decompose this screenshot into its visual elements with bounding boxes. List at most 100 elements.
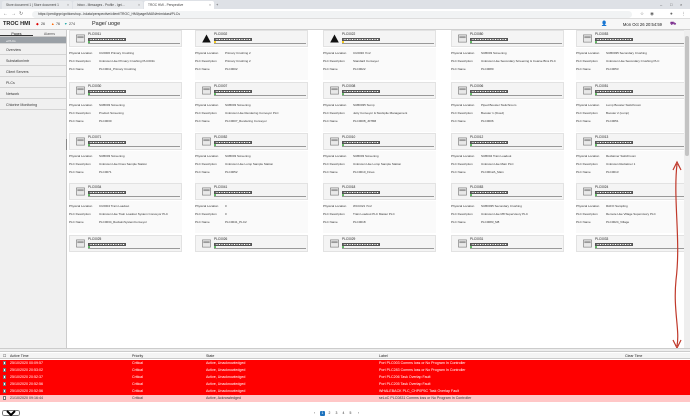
- browser-tab-active[interactable]: TROC HMI - Perspective ×: [144, 1, 214, 9]
- plc-card[interactable]: PLC0051 Physical Location Lump Booster Swi…: [574, 82, 684, 134]
- browser-tab[interactable]: Store document 1 | Store document 1 ×: [2, 1, 72, 9]
- browser-tab[interactable]: Inbox - Messages - Profile - Igni... ×: [73, 1, 143, 9]
- plc-card[interactable]: PLC0013 Physical Location Reclaimer Switch…: [574, 133, 684, 185]
- plc-tile[interactable]: PLC0083: [451, 183, 564, 200]
- tab-pages[interactable]: Pages: [0, 30, 33, 36]
- sidebar-item-network[interactable]: Network: [0, 88, 66, 99]
- critical-alarm-icon[interactable]: ◆: [36, 22, 39, 26]
- plc-card[interactable]: PLC0007 Physical Location SUB003 Screening…: [193, 82, 312, 134]
- plc-card[interactable]: PLC0022 Physical Location CU0030 7m2 PLC De…: [321, 30, 440, 82]
- plc-tile[interactable]: PLC0022: [323, 30, 436, 47]
- user-icon[interactable]: 👤: [601, 21, 607, 27]
- page-1[interactable]: 1: [320, 410, 325, 416]
- plc-tile[interactable]: PLC0030: [69, 82, 182, 99]
- row-checkbox[interactable]: [3, 375, 7, 379]
- page-4[interactable]: 4: [341, 411, 346, 416]
- plc-card[interactable]: PLC0052 Physical Location SUB003 Screening…: [193, 133, 312, 185]
- plc-card[interactable]: PLC0018 Physical Location WCC021 7m2 PLC De…: [321, 183, 440, 235]
- plc-card[interactable]: PLC0026: [193, 235, 312, 287]
- plc-tile[interactable]: PLC0026: [195, 235, 308, 252]
- plc-card[interactable]: PLC0034 Physical Location CU0004 Train Loa…: [67, 183, 186, 235]
- plc-tile[interactable]: PLC0007: [195, 82, 308, 99]
- plc-tile[interactable]: PLC0071: [69, 133, 182, 150]
- page-size-select[interactable]: 100 / Count: [2, 410, 20, 416]
- plc-tile[interactable]: PLC0053: [576, 30, 684, 47]
- page-3[interactable]: 3: [334, 411, 339, 416]
- plc-tile[interactable]: PLC0013: [576, 133, 684, 150]
- plc-tile[interactable]: PLC0051: [576, 82, 684, 99]
- plc-tile[interactable]: PLC0031: [451, 235, 564, 252]
- plc-tile[interactable]: PLC0008: [323, 82, 436, 99]
- plc-card[interactable]: PLC0002 Physical Location Primary Crushing…: [193, 30, 312, 82]
- close-icon[interactable]: ×: [67, 3, 69, 7]
- plc-tile[interactable]: PLC0012: [451, 133, 564, 150]
- minimize-icon[interactable]: –: [660, 2, 662, 7]
- prev-page-icon[interactable]: ‹: [312, 411, 317, 416]
- col-state[interactable]: State: [206, 354, 214, 358]
- col-label[interactable]: Label: [379, 354, 388, 358]
- high-alarm-icon[interactable]: ▲: [51, 22, 55, 26]
- close-window-icon[interactable]: ×: [680, 2, 682, 7]
- plc-card[interactable]: PLC0080 Physical Location SUB003 Screening…: [449, 30, 568, 82]
- plc-card[interactable]: PLC0029: [321, 235, 440, 287]
- sidebar-selected-breadcrumb[interactable]: ◂ PLCs: [0, 37, 66, 44]
- star-icon[interactable]: ☆: [640, 11, 644, 17]
- new-tab-button[interactable]: +: [216, 2, 218, 7]
- alarm-row[interactable]: 25/10/2020 20:52:56 Critical Active, Unack…: [0, 381, 690, 388]
- plc-card[interactable]: PLC0083 Physical Location SUB0035 Secondar…: [449, 183, 568, 235]
- plc-tile[interactable]: PLC0025: [69, 235, 182, 252]
- alarm-row[interactable]: 21/10/2020 09:16:44 Critical Active, Ackno…: [0, 395, 690, 402]
- plc-card[interactable]: PLC0011 Physical Location CU0006 Primary C…: [67, 30, 186, 82]
- plc-tile[interactable]: PLC0002: [195, 30, 308, 47]
- maximize-icon[interactable]: □: [670, 2, 672, 7]
- avatar[interactable]: ●: [670, 11, 673, 16]
- alarm-row[interactable]: 25/10/2020 20:53:02 Critical Active, Unack…: [0, 367, 690, 374]
- scrollbar-thumb[interactable]: [685, 36, 689, 156]
- plc-card[interactable]: PLC0006 Physical Location Piped Booster Sw…: [449, 82, 568, 134]
- panel-resize-handle[interactable]: [0, 349, 690, 352]
- forward-arrow-icon[interactable]: →: [11, 11, 16, 17]
- plc-tile[interactable]: PLC0034: [69, 183, 182, 200]
- plc-tile[interactable]: PLC0010: [323, 133, 436, 150]
- plc-card[interactable]: PLC0012 Physical Location SUB004 Train Loa…: [449, 133, 568, 185]
- plc-card[interactable]: PLC0033: [574, 235, 684, 287]
- plc-tile[interactable]: PLC0024: [576, 183, 684, 200]
- plc-tile[interactable]: PLC0006: [451, 82, 564, 99]
- close-icon[interactable]: ×: [209, 3, 211, 7]
- row-checkbox[interactable]: [3, 389, 7, 393]
- extension-icon[interactable]: ◉: [650, 11, 654, 17]
- page-2[interactable]: 2: [327, 411, 332, 416]
- reload-icon[interactable]: ↻: [19, 11, 23, 17]
- plc-tile[interactable]: PLC0011: [69, 30, 182, 47]
- sidebar-item-plcs[interactable]: PLCs: [0, 77, 66, 88]
- alarm-row[interactable]: 25/10/2020 00:09:57 Critical Active, Unack…: [0, 360, 690, 367]
- row-checkbox[interactable]: [3, 368, 7, 372]
- plc-card[interactable]: PLC0024 Physical Location RAFO Sampling PLC…: [574, 183, 684, 235]
- low-alarm-icon[interactable]: ▼: [64, 22, 68, 26]
- close-icon[interactable]: ×: [138, 3, 140, 7]
- plc-tile[interactable]: PLC0029: [323, 235, 436, 252]
- row-checkbox[interactable]: [3, 396, 7, 400]
- plc-tile[interactable]: PLC0018: [323, 183, 436, 200]
- col-priority[interactable]: Priority: [132, 354, 143, 358]
- sidebar-item-chlorine-monitoring[interactable]: Chlorine Monitoring: [0, 99, 66, 110]
- plc-card[interactable]: PLC0025: [67, 235, 186, 287]
- row-checkbox[interactable]: [3, 361, 7, 365]
- sidebar-item-substation[interactable]: Substation/mtr: [0, 55, 66, 66]
- alarm-row[interactable]: 25/10/2020 20:52:37 Critical Active, Unack…: [0, 374, 690, 381]
- tab-alarms[interactable]: Alarms: [33, 30, 66, 36]
- col-clear-time[interactable]: Clear Time: [625, 354, 642, 358]
- plc-card[interactable]: PLC0030 Physical Location SUB003 Screening…: [67, 82, 186, 134]
- sidebar-item-overview[interactable]: Overview: [0, 44, 66, 55]
- plc-tile[interactable]: PLC0033: [576, 235, 684, 252]
- plc-tile[interactable]: PLC0080: [451, 30, 564, 47]
- plc-card[interactable]: PLC0041 Physical Location 0 PLC Description…: [193, 183, 312, 235]
- menu-dots-icon[interactable]: ⋮: [681, 11, 686, 17]
- select-all-checkbox[interactable]: ☐: [3, 354, 6, 358]
- page-5[interactable]: 5: [348, 411, 353, 416]
- plc-card[interactable]: PLC0053 Physical Location SUB0035 Secondar…: [574, 30, 684, 82]
- col-active-time[interactable]: Active Time: [10, 354, 29, 358]
- next-page-icon[interactable]: ›: [356, 411, 361, 416]
- plc-card[interactable]: PLC0008 Physical Location SUB0035 Sump PLC …: [321, 82, 440, 134]
- plc-card[interactable]: PLC0010 Physical Location SUB003 Screening…: [321, 133, 440, 185]
